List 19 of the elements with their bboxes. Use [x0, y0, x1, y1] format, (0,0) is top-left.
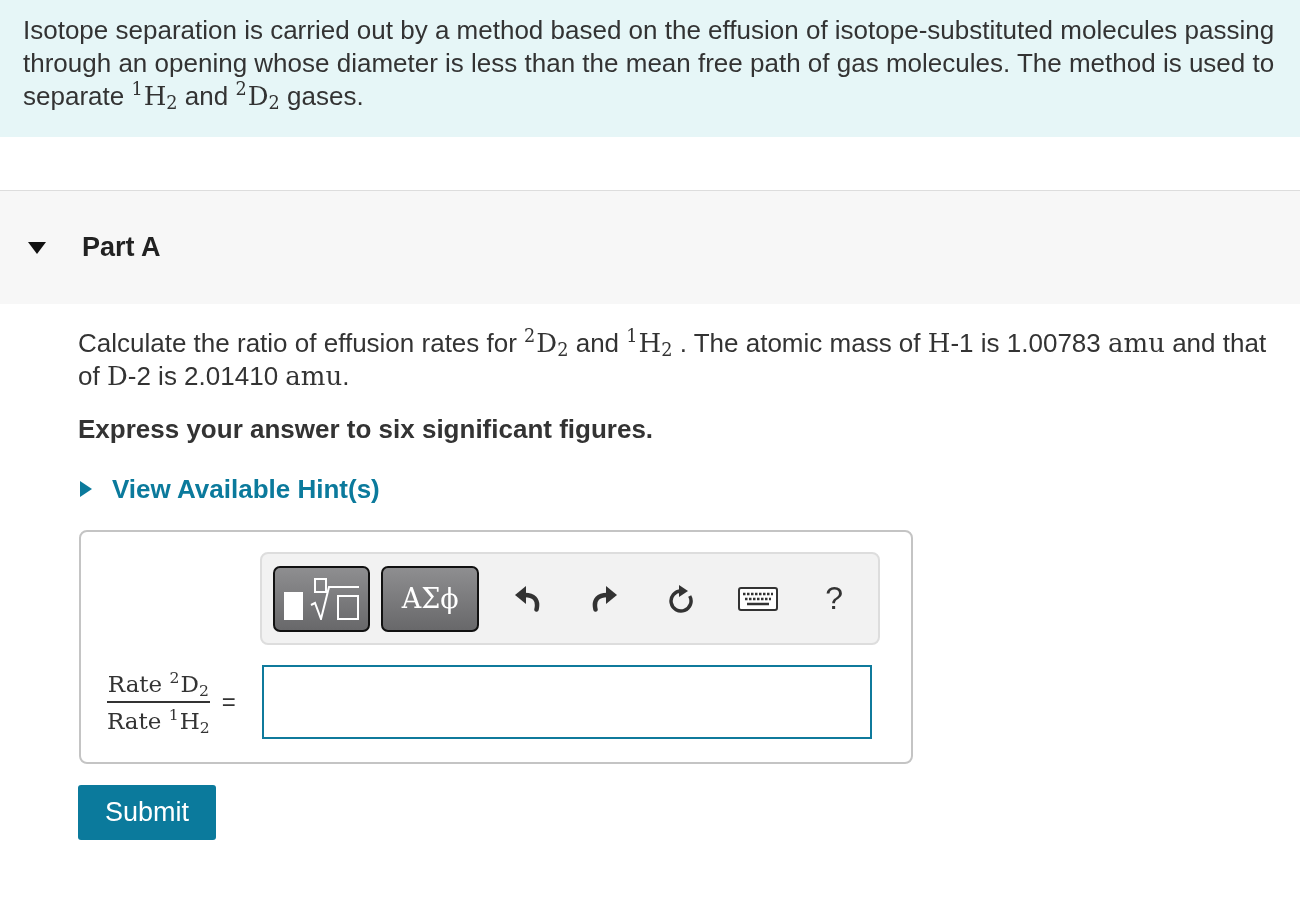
redo-icon — [591, 585, 618, 612]
undo-icon — [514, 585, 541, 612]
equals-sign: = — [221, 688, 236, 716]
help-button[interactable]: ? — [801, 565, 868, 632]
submit-button[interactable]: Submit — [78, 785, 216, 840]
triangle-icon[interactable] — [28, 241, 46, 254]
templates-button[interactable] — [273, 565, 371, 632]
symbols-button[interactable]: ΑΣϕ — [381, 565, 479, 632]
hint-link[interactable]: View Available Hint(s) — [78, 473, 380, 505]
fraction-numerator: Rate $^{2}$D$_{2}$ — [107, 670, 209, 697]
reset-icon — [666, 584, 695, 613]
keyboard-icon — [737, 586, 778, 611]
part-title: Part A — [82, 232, 161, 263]
fraction-denominator: Rate $^{1}$H$_{2}$ — [107, 707, 210, 734]
intro-text: Isotope separation is carried out by a method based on the effusion of isotope-substituted molecules passing through an opening whose diameter is less than the mean free path of gas molecules. The method is used to separate $^{1}$H$_{2}$ and $^{2}$D$_{2}$ gases. — [0, 0, 1300, 137]
instruction-text: Express your answer to six significant figures. — [78, 413, 655, 445]
answer-field[interactable] — [262, 665, 872, 739]
root-template-icon — [284, 577, 360, 620]
question-text: Calculate the ratio of effusion rates for $^{2}$D$_{2}$ and $^{1}$H$_{2}$ . The atomic mass of H-1 is 1.00783 amu and that of D-2 is 2.01410 amu. — [78, 327, 1268, 393]
